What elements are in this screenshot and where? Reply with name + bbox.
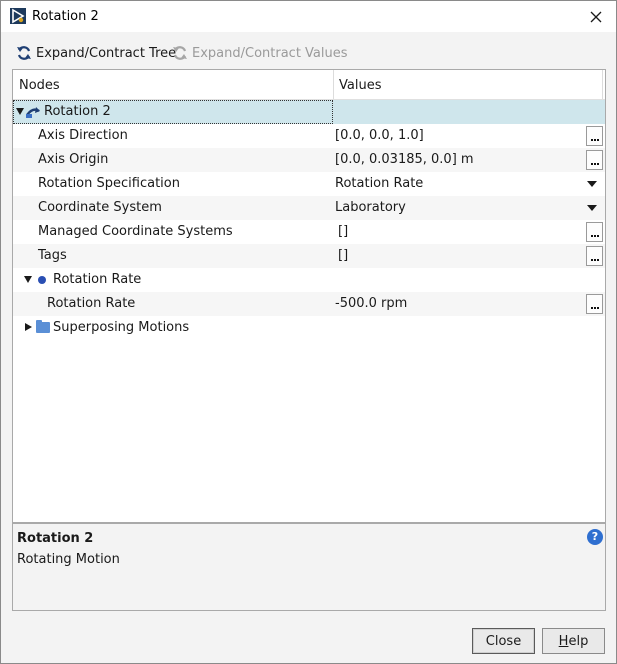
node-cell[interactable]: Rotation Rate (13, 268, 333, 292)
node-label: Rotation Rate (47, 296, 136, 311)
node-label: Tags (38, 248, 67, 263)
node-label: Managed Coordinate Systems (38, 224, 233, 239)
node-label: Rotation Rate (53, 272, 142, 287)
star-ccm-icon (10, 8, 26, 24)
ellipsis-button[interactable] (586, 222, 603, 242)
help-button[interactable]: Help (542, 628, 605, 654)
expand-values-label: Expand/Contract Values (192, 45, 348, 61)
folder-icon (36, 320, 50, 333)
value-cell[interactable]: Laboratory (333, 196, 605, 220)
values-column-header[interactable]: Values (339, 78, 381, 93)
node-cell[interactable]: Rotation 2 (13, 100, 333, 124)
node-cell: Coordinate System (13, 196, 333, 220)
value-cell[interactable] (333, 100, 605, 124)
description-panel: Rotation 2 Rotating Motion ? (12, 523, 606, 611)
node-label: Coordinate System (38, 200, 162, 215)
node-cell: Axis Direction (13, 124, 333, 148)
help-button-label: Help (559, 634, 589, 649)
help-mnemonic: H (558, 633, 569, 649)
close-icon (590, 11, 602, 23)
node-cell: Managed Coordinate Systems (13, 220, 333, 244)
tree-row-rotation-rate[interactable]: Rotation Rate -500.0 rpm (13, 292, 605, 316)
value-text: [0.0, 0.03185, 0.0] m (335, 152, 474, 167)
value-text: Laboratory (335, 200, 406, 215)
tree-row-rotation-rate-group[interactable]: Rotation Rate (13, 268, 605, 292)
collapse-triangle-icon[interactable] (16, 108, 24, 115)
node-cell: Rotation Rate (13, 292, 333, 316)
ellipsis-button[interactable] (586, 126, 603, 146)
tree-row-superposing-motions[interactable]: Superposing Motions (13, 316, 605, 340)
dropdown-arrow-icon[interactable] (587, 205, 597, 211)
node-cell: Rotation Specification (13, 172, 333, 196)
value-text: -500.0 rpm (335, 296, 408, 311)
column-divider (602, 70, 603, 99)
value-cell[interactable]: [] (333, 244, 605, 268)
node-cell: Tags (13, 244, 333, 268)
ellipsis-button[interactable] (586, 246, 603, 266)
expand-tree-label: Expand/Contract Tree (36, 45, 177, 61)
tree-header: Nodes Values (13, 70, 605, 100)
window-title: Rotation 2 (32, 9, 99, 24)
node-label: Axis Origin (38, 152, 109, 167)
value-cell (333, 316, 605, 340)
collapse-triangle-icon[interactable] (24, 276, 32, 283)
value-cell[interactable]: Rotation Rate (333, 172, 605, 196)
close-button-label: Close (485, 633, 522, 649)
value-text: [] (338, 248, 349, 263)
ellipsis-button[interactable] (586, 294, 603, 314)
value-text: Rotation Rate (335, 176, 424, 191)
bullet-icon (38, 276, 46, 284)
node-label: Axis Direction (38, 128, 128, 143)
node-label: Rotation 2 (44, 104, 111, 119)
node-cell[interactable]: Superposing Motions (13, 316, 333, 340)
help-label-rest: elp (568, 633, 589, 649)
expand-contract-tree-button[interactable]: Expand/Contract Tree (16, 45, 176, 61)
value-cell[interactable]: [0.0, 0.0, 1.0] (333, 124, 605, 148)
tree-row-tags[interactable]: Tags [] (13, 244, 605, 268)
nodes-column-header[interactable]: Nodes (19, 78, 60, 93)
ellipsis-button[interactable] (586, 150, 603, 170)
value-cell (333, 268, 605, 292)
node-cell: Axis Origin (13, 148, 333, 172)
value-cell[interactable]: [] (333, 220, 605, 244)
tree-row-rotation-2[interactable]: Rotation 2 (13, 100, 605, 124)
node-label: Superposing Motions (53, 320, 190, 335)
expand-contract-values-button[interactable]: Expand/Contract Values (172, 45, 348, 61)
refresh-icon (17, 46, 31, 60)
help-icon[interactable]: ? (587, 529, 603, 545)
toolbar: Expand/Contract Tree Expand/Contract Val… (1, 41, 616, 67)
refresh-icon (173, 46, 187, 60)
tree-row-axis-direction[interactable]: Axis Direction [0.0, 0.0, 1.0] (13, 124, 605, 148)
value-text: [0.0, 0.0, 1.0] (335, 128, 424, 143)
value-cell[interactable]: [0.0, 0.03185, 0.0] m (333, 148, 605, 172)
dropdown-arrow-icon[interactable] (587, 181, 597, 187)
description-text: Rotating Motion (17, 552, 120, 567)
close-window-button[interactable] (584, 5, 608, 29)
value-cell[interactable]: -500.0 rpm (333, 292, 605, 316)
tree-row-axis-origin[interactable]: Axis Origin [0.0, 0.03185, 0.0] m (13, 148, 605, 172)
tree-row-coordinate-system[interactable]: Coordinate System Laboratory (13, 196, 605, 220)
column-divider[interactable] (333, 70, 334, 99)
close-button[interactable]: Close (472, 628, 535, 654)
dialog-window: Rotation 2 Expand/Contract Tree Expand/C… (0, 0, 617, 664)
description-title: Rotation 2 (17, 531, 94, 546)
tree-row-rotation-specification[interactable]: Rotation Specification Rotation Rate (13, 172, 605, 196)
rotation-motion-icon (26, 107, 40, 118)
property-tree[interactable]: Nodes Values Rotation 2 Axis Direction [… (12, 69, 606, 523)
title-bar: Rotation 2 (1, 1, 616, 32)
node-label: Rotation Specification (38, 176, 180, 191)
value-text: [] (338, 224, 349, 239)
tree-row-managed-coordinate-systems[interactable]: Managed Coordinate Systems [] (13, 220, 605, 244)
expand-triangle-icon[interactable] (25, 323, 32, 331)
